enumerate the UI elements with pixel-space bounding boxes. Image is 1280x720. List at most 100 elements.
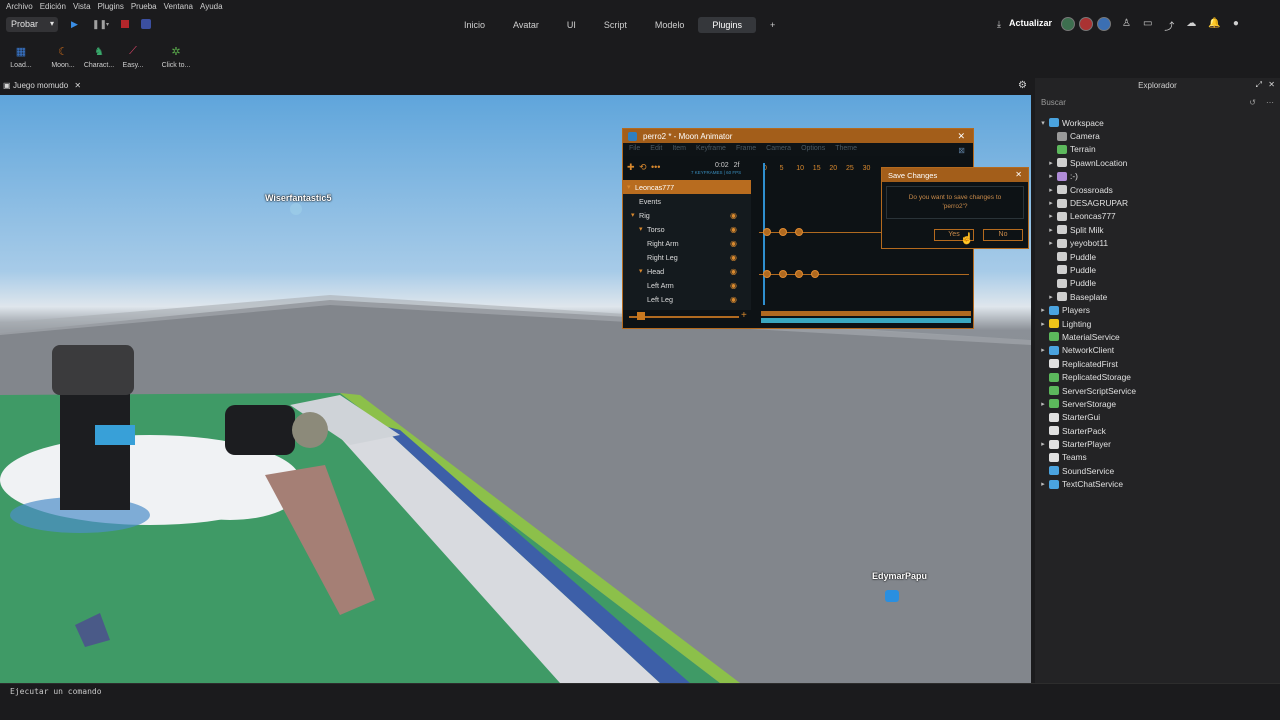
explorer-item[interactable]: StarterGui <box>1035 411 1280 424</box>
explorer-item[interactable]: Puddle <box>1035 263 1280 276</box>
explorer-item[interactable]: ▸ Baseplate <box>1035 290 1280 303</box>
chat-icon[interactable]: ▭ <box>1143 18 1152 33</box>
save-changes-dialog[interactable]: Save Changes ✕ Do you want to save chang… <box>881 167 1029 249</box>
track-row[interactable]: ▾ Leoncas777 <box>623 180 751 194</box>
keyframe[interactable] <box>763 228 771 236</box>
search-input[interactable]: Buscar <box>1041 98 1066 107</box>
close-icon[interactable]: ✕ <box>1015 170 1022 179</box>
tab-avatar[interactable]: Avatar <box>499 17 553 33</box>
timeline-scrollbar[interactable] <box>761 311 971 316</box>
plugin-button[interactable]: ⟋ Easy... <box>116 43 150 70</box>
moon-menu-item[interactable]: File <box>629 145 640 156</box>
plugin-button[interactable]: ▦ Load... <box>4 43 38 70</box>
add-icon[interactable]: ✚ <box>627 162 635 173</box>
track-row[interactable]: ▾ Head ◉ <box>623 264 751 278</box>
close-icon[interactable]: ✕ <box>1268 80 1275 89</box>
chevron-right-icon[interactable]: ▸ <box>1047 172 1055 180</box>
command-input[interactable]: Ejecutar un comando <box>10 687 102 696</box>
explorer-item[interactable]: ▸ SpawnLocation <box>1035 156 1280 169</box>
chevron-down-icon[interactable]: ▾ <box>639 225 647 233</box>
chevron-right-icon[interactable]: ▸ <box>1047 226 1055 234</box>
menu-item[interactable]: Edición <box>38 0 71 13</box>
explorer-item[interactable]: ▸ Leoncas777 <box>1035 210 1280 223</box>
moon-menu-item[interactable]: Frame <box>736 145 756 156</box>
keyframe[interactable] <box>763 270 771 278</box>
eye-icon[interactable]: ◉ <box>730 239 737 248</box>
track-row[interactable]: Events <box>623 194 751 208</box>
chevron-right-icon[interactable]: ▸ <box>1047 199 1055 207</box>
explorer-item[interactable]: ReplicatedFirst <box>1035 357 1280 370</box>
plugin-button[interactable]: ♞ Charact... <box>82 43 116 70</box>
share-icon[interactable]: ⤴ <box>1164 18 1174 33</box>
tab-plugins[interactable]: Plugins <box>698 17 756 33</box>
chevron-right-icon[interactable]: ▸ <box>1047 159 1055 167</box>
explorer-item[interactable]: Puddle <box>1035 277 1280 290</box>
explorer-item[interactable]: ▸ NetworkClient <box>1035 344 1280 357</box>
chevron-right-icon[interactable]: ▸ <box>1039 440 1047 448</box>
menu-item[interactable]: Prueba <box>129 0 162 13</box>
plugin-button[interactable]: ☾ Moon... <box>46 43 80 70</box>
explorer-item[interactable]: ▸ Split Milk <box>1035 223 1280 236</box>
user-add-icon[interactable]: ♙ <box>1122 18 1131 33</box>
more-icon[interactable]: ••• <box>651 162 660 172</box>
more-icon[interactable]: ⋯ <box>1266 98 1274 107</box>
explorer-item[interactable]: ▸:-) <box>1035 170 1280 183</box>
explorer-item[interactable]: Terrain <box>1035 143 1280 156</box>
explorer-item[interactable]: ▾ Workspace <box>1035 116 1280 129</box>
chevron-down-icon[interactable]: ▾ <box>1039 119 1047 127</box>
track-row[interactable]: Right Leg ◉ <box>623 250 751 264</box>
gear-icon[interactable]: ⚙ <box>1018 80 1027 91</box>
cloud-icon[interactable]: ☁ <box>1186 18 1196 33</box>
keyframe[interactable] <box>779 270 787 278</box>
update-button[interactable]: Actualizar <box>1009 18 1052 28</box>
tab-script[interactable]: Script <box>590 17 641 33</box>
explorer-item[interactable]: Teams <box>1035 451 1280 464</box>
client-server-icon[interactable] <box>141 19 151 29</box>
moon-menu-item[interactable]: Item <box>672 145 686 156</box>
close-icon[interactable]: ⊠ <box>958 146 965 155</box>
eye-icon[interactable]: ◉ <box>730 211 737 220</box>
track-row[interactable]: Right Arm ◉ <box>623 236 751 250</box>
bell-icon[interactable]: 🔔 <box>1208 18 1220 33</box>
eye-icon[interactable]: ◉ <box>730 225 737 234</box>
explorer-item[interactable]: ReplicatedStorage <box>1035 370 1280 383</box>
eye-icon[interactable]: ◉ <box>730 281 737 290</box>
explorer-item[interactable]: SoundService <box>1035 464 1280 477</box>
track-row[interactable]: ▾ Torso ◉ <box>623 222 751 236</box>
tab-modelo[interactable]: Modelo <box>641 17 699 33</box>
moon-menu-item[interactable]: Keyframe <box>696 145 726 156</box>
eye-icon[interactable]: ◉ <box>730 267 737 276</box>
explorer-item[interactable]: ▸ Players <box>1035 303 1280 316</box>
close-icon[interactable]: ✕ <box>74 81 81 90</box>
add-icon[interactable]: + <box>741 310 747 321</box>
eye-icon[interactable]: ◉ <box>730 253 737 262</box>
chevron-right-icon[interactable]: ▸ <box>1039 346 1047 354</box>
keyframe[interactable] <box>795 270 803 278</box>
avatar[interactable] <box>1061 17 1075 31</box>
zoom-slider-handle[interactable] <box>637 312 645 320</box>
chevron-right-icon[interactable]: ▸ <box>1039 306 1047 314</box>
moon-animator-titlebar[interactable]: perro2 * - Moon Animator ✕ <box>623 129 973 143</box>
avatar[interactable] <box>1079 17 1093 31</box>
explorer-item[interactable]: MaterialService <box>1035 330 1280 343</box>
expand-icon[interactable]: ⤢ <box>1256 80 1262 89</box>
keyframe[interactable] <box>795 228 803 236</box>
track-row[interactable]: Left Arm ◉ <box>623 278 751 292</box>
explorer-item[interactable]: Puddle <box>1035 250 1280 263</box>
menu-item[interactable]: Archivo <box>4 0 38 13</box>
menu-item[interactable]: Ventana <box>162 0 198 13</box>
chevron-right-icon[interactable]: ▸ <box>1047 212 1055 220</box>
chevron-right-icon[interactable]: ▸ <box>1047 293 1055 301</box>
chevron-down-icon[interactable]: ▾ <box>106 21 109 28</box>
explorer-item[interactable]: ▸ Crossroads <box>1035 183 1280 196</box>
chevron-down-icon[interactable]: ▾ <box>639 267 647 275</box>
menu-item[interactable]: Vista <box>71 0 96 13</box>
history-icon[interactable]: ↺ <box>1249 98 1256 107</box>
explorer-item[interactable]: ▸ Lighting <box>1035 317 1280 330</box>
tab-[interactable]: + <box>756 17 789 33</box>
explorer-item[interactable]: ServerScriptService <box>1035 384 1280 397</box>
explorer-item[interactable]: ▸ yeyobot11 <box>1035 237 1280 250</box>
chevron-right-icon[interactable]: ▸ <box>1039 480 1047 488</box>
tab-ui[interactable]: UI <box>553 17 590 33</box>
keyframe[interactable] <box>811 270 819 278</box>
